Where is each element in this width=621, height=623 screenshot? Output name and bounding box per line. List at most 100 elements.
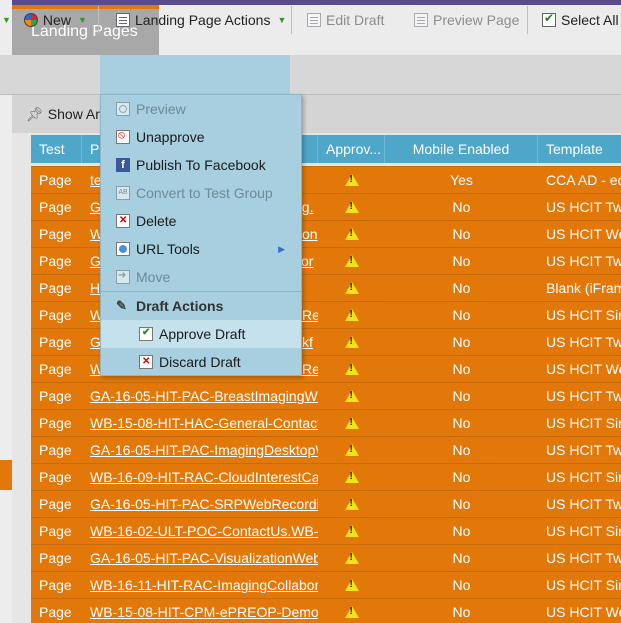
cell-approval (318, 464, 385, 490)
column-header-test[interactable]: Test (31, 135, 82, 163)
chevron-right-icon: ▶ (278, 243, 285, 254)
cell-page-name-link[interactable]: GA-16-05-HIT-PAC-SRPWebRecording. (82, 491, 318, 517)
cell-approval (318, 302, 385, 328)
toolbar-divider (527, 6, 528, 34)
preview-icon (116, 102, 130, 116)
landing-page-actions-button[interactable]: Landing Page Actions ▼ (116, 0, 286, 39)
show-archive-label: Show Arc (47, 106, 107, 122)
checkbox-icon (542, 11, 556, 27)
cell-template: US HCIT Two (546, 496, 621, 512)
table-row[interactable]: Page WB-15-08-HIT-CPM-ePREOP-DemoRec No US … (31, 598, 621, 623)
cell-page-name-link[interactable]: WB-16-02-ULT-POC-ContactUs.WB-16- (82, 518, 318, 544)
preview-page-button[interactable]: Preview Page (414, 0, 519, 39)
cell-template: US HCIT Web (546, 361, 621, 377)
cell-test-type: Page (39, 604, 72, 620)
cell-mobile-enabled: No (452, 442, 471, 458)
cell-test-type: Page (39, 577, 72, 593)
cell-test-type: Page (39, 307, 72, 323)
cell-page-name-link[interactable]: WB-15-08-HIT-CPM-ePREOP-DemoRec (82, 599, 318, 623)
cell-mobile-enabled: No (452, 577, 471, 593)
cell-page-name-link[interactable]: WB-15-08-HIT-HAC-General-Contact-U (82, 410, 318, 436)
menu-item-discard-draft[interactable]: Discard Draft (101, 348, 301, 376)
preview-icon (414, 12, 428, 27)
cell-test-type: Page (39, 415, 72, 431)
show-archive-button[interactable]: 📌︎ Show Arc (26, 95, 107, 133)
table-row[interactable]: Page GA-16-05-HIT-PAC-BreastImagingWebi No… (31, 382, 621, 409)
cell-approval (318, 248, 385, 274)
cell-page-name-link[interactable]: GA-16-05-HIT-PAC-BreastImagingWebi (82, 383, 318, 409)
cell-mobile-enabled: Yes (450, 172, 473, 188)
cell-approval (318, 599, 385, 623)
chevron-down-icon: ▼ (77, 14, 87, 25)
cell-template: US HCIT Sing (546, 577, 621, 593)
cell-mobile-enabled: No (452, 199, 471, 215)
warning-icon (344, 390, 359, 402)
menu-item-delete[interactable]: Delete (101, 207, 301, 235)
cell-test-type: Page (39, 496, 72, 512)
cell-approval (318, 221, 385, 247)
cell-page-name-link[interactable]: WB-16-09-HIT-RAC-CloudInterestCaptu (82, 464, 318, 490)
menu-item-convert-test-group[interactable]: AB Convert to Test Group (101, 179, 301, 207)
chevron-down-icon: ▼ (2, 14, 11, 25)
discard-icon (139, 355, 153, 369)
warning-icon (344, 174, 359, 186)
column-header-approval[interactable]: Approv... (318, 135, 385, 163)
column-header-mobile-enabled[interactable]: Mobile Enabled (385, 135, 538, 163)
table-row[interactable]: Page GA-16-05-HIT-PAC-ImagingDesktopWe No U… (31, 436, 621, 463)
cell-mobile-enabled: No (452, 415, 471, 431)
menu-item-publish-facebook[interactable]: f Publish To Facebook (101, 151, 301, 179)
table-row[interactable]: Page WB-16-11-HIT-RAC-ImagingCollaborat No… (31, 571, 621, 598)
cell-approval (318, 275, 385, 301)
warning-icon (344, 525, 359, 537)
cell-approval (318, 383, 385, 409)
cell-template: US HCIT Web (546, 226, 621, 242)
menu-item-move[interactable]: Move (101, 263, 301, 291)
pencil-icon: ✎ (116, 298, 127, 313)
cell-mobile-enabled: No (452, 253, 471, 269)
cell-mobile-enabled: No (452, 604, 471, 620)
new-button[interactable]: ▼ New ▼ (2, 0, 87, 39)
new-icon (23, 12, 38, 27)
warning-icon (344, 255, 359, 267)
cell-template: Blank (iFram (546, 280, 621, 296)
cell-mobile-enabled: No (452, 361, 471, 377)
column-header-template[interactable]: Template (538, 135, 621, 163)
toolbar (0, 55, 621, 95)
page-icon (116, 12, 130, 27)
cell-template: US HCIT Sing (546, 523, 621, 539)
cell-approval (318, 437, 385, 463)
cell-template: US HCIT Two (546, 334, 621, 350)
cell-mobile-enabled: No (452, 496, 471, 512)
table-row[interactable]: Page GA-16-05-HIT-PAC-VisualizationWebRe N… (31, 544, 621, 571)
select-all-button[interactable]: Select All (542, 0, 619, 39)
cell-mobile-enabled: No (452, 550, 471, 566)
warning-icon (344, 606, 359, 618)
table-row[interactable]: Page WB-15-08-HIT-HAC-General-Contact-U No… (31, 409, 621, 436)
table-row[interactable]: Page WB-16-09-HIT-RAC-CloudInterestCaptu N… (31, 463, 621, 490)
table-row[interactable]: Page GA-16-05-HIT-PAC-SRPWebRecording. No U… (31, 490, 621, 517)
landing-page-actions-menu: Preview Unapprove f Publish To Facebook … (100, 94, 302, 376)
cell-test-type: Page (39, 199, 72, 215)
menu-item-unapprove[interactable]: Unapprove (101, 123, 301, 151)
edit-draft-button[interactable]: Edit Draft (307, 0, 384, 39)
warning-icon (344, 228, 359, 240)
actions-button-highlight (100, 55, 290, 94)
cell-template: US HCIT Sing (546, 415, 621, 431)
menu-item-preview[interactable]: Preview (101, 95, 301, 123)
table-row[interactable]: Page WB-16-02-ULT-POC-ContactUs.WB-16- No U… (31, 517, 621, 544)
cell-page-name-link[interactable]: GA-16-05-HIT-PAC-ImagingDesktopWe (82, 437, 318, 463)
cell-page-name-link[interactable]: GA-16-05-HIT-PAC-VisualizationWebRe (82, 545, 318, 571)
warning-icon (344, 201, 359, 213)
cell-template: US HCIT Two (546, 442, 621, 458)
cell-template: US HCIT Two (546, 388, 621, 404)
menu-item-approve-draft[interactable]: Approve Draft (101, 320, 301, 348)
cell-page-name-link[interactable]: WB-16-11-HIT-RAC-ImagingCollaborat (82, 572, 318, 598)
edit-icon (307, 12, 321, 27)
menu-item-url-tools[interactable]: URL Tools ▶ (101, 235, 301, 263)
cell-approval (318, 491, 385, 517)
toolbar-divider (291, 6, 292, 34)
cell-test-type: Page (39, 334, 72, 350)
facebook-icon: f (116, 158, 130, 172)
cell-test-type: Page (39, 280, 72, 296)
warning-icon (344, 498, 359, 510)
